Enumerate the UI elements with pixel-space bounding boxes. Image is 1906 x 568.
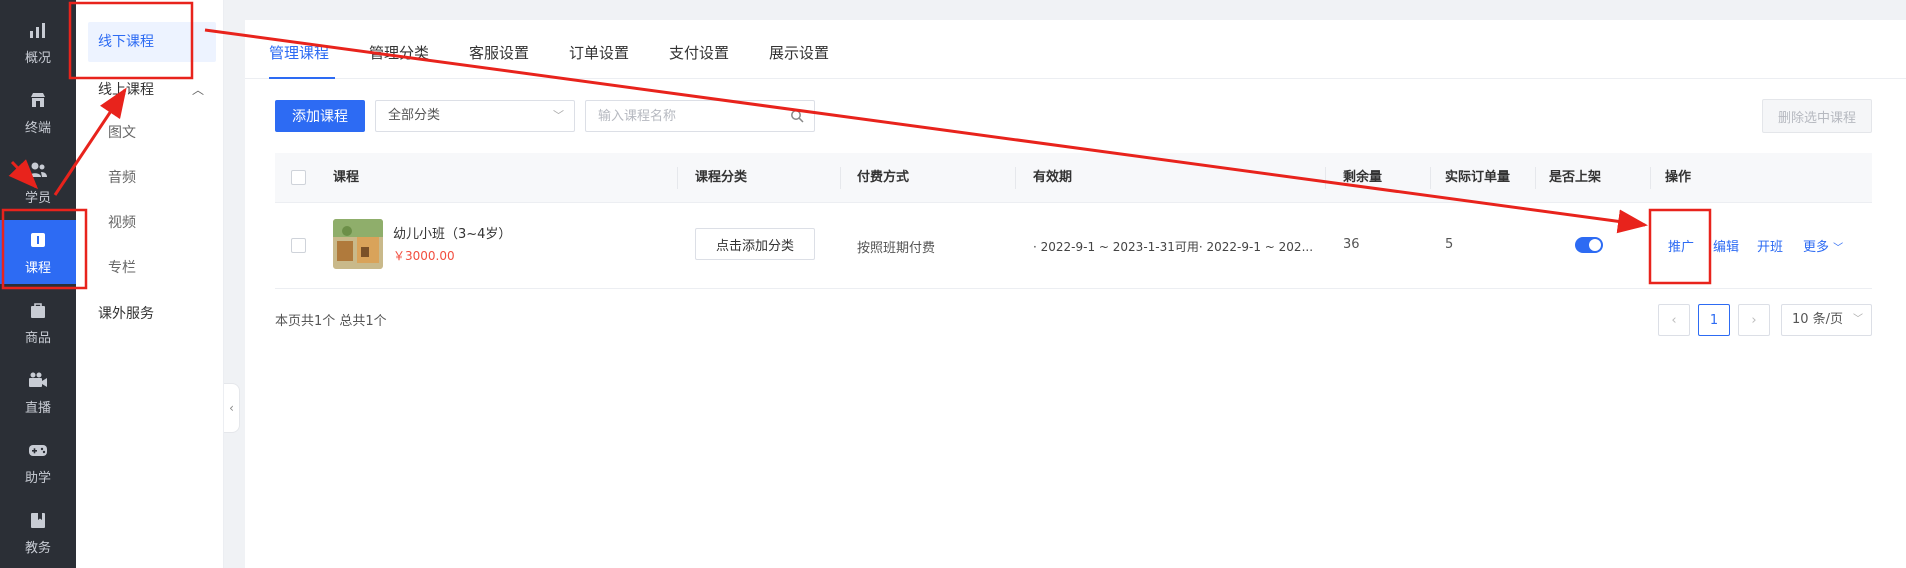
sub-nav: 线下课程 线上课程 ︿ 图文 音频 视频 专栏 课外服务 xyxy=(76,0,224,568)
tab-order-settings[interactable]: 订单设置 xyxy=(569,42,629,63)
nav-item-study[interactable]: 助学 xyxy=(0,430,76,494)
delete-selected-button[interactable]: 删除选中课程 xyxy=(1762,99,1872,133)
more-dropdown[interactable]: 更多 ﹀ xyxy=(1803,236,1843,255)
tab-manage-course[interactable]: 管理课程 xyxy=(269,42,329,63)
subnav-label: 线上课程 xyxy=(98,82,154,98)
add-course-button[interactable]: 添加课程 xyxy=(275,100,365,132)
column-header-actions: 操作 xyxy=(1665,170,1692,185)
column-header-payment: 付费方式 xyxy=(857,170,910,185)
validity-period: · 2022-9-1 ~ 2023-1-31可用· 2022-9-1 ~ 202… xyxy=(1033,240,1314,254)
nav-label: 终端 xyxy=(24,120,51,136)
subnav-item-column[interactable]: 专栏 xyxy=(88,248,216,288)
tab-payment-settings[interactable]: 支付设置 xyxy=(669,42,729,63)
select-all-checkbox[interactable] xyxy=(291,170,306,185)
open-class-link[interactable]: 开班 xyxy=(1757,236,1783,255)
subnav-item-online-course[interactable]: 线上课程 ︿ xyxy=(88,70,216,110)
main-nav: 概况 终端 学员 课程 商品 直播 助学 教务 xyxy=(0,0,76,568)
nav-label: 课程 xyxy=(24,260,51,276)
column-header-listed: 是否上架 xyxy=(1549,170,1602,185)
column-header-category: 课程分类 xyxy=(695,170,748,185)
page-size-select[interactable]: 10 条/页 ﹀ xyxy=(1781,304,1872,336)
nav-item-live[interactable]: 直播 xyxy=(0,360,76,424)
course-search xyxy=(585,100,815,132)
column-header-remaining: 剩余量 xyxy=(1343,170,1383,185)
nav-item-goods[interactable]: 商品 xyxy=(0,290,76,354)
column-divider xyxy=(1325,167,1326,189)
chart-icon xyxy=(27,19,49,41)
column-header-orders: 实际订单量 xyxy=(1445,170,1511,185)
promote-link[interactable]: 推广 xyxy=(1668,236,1694,255)
bookmark-icon xyxy=(27,509,49,531)
nav-label: 概况 xyxy=(24,50,51,66)
column-divider xyxy=(1650,167,1651,189)
tab-manage-category[interactable]: 管理分类 xyxy=(369,42,429,63)
page-size-value: 10 条/页 xyxy=(1792,312,1844,327)
nav-label: 助学 xyxy=(24,470,51,486)
column-header-course: 课程 xyxy=(333,170,360,185)
chevron-down-icon: ﹀ xyxy=(1833,243,1844,254)
book-icon xyxy=(27,229,49,251)
nav-label: 商品 xyxy=(24,330,51,346)
main-panel: 管理课程 管理分类 客服设置 订单设置 支付设置 展示设置 添加课程 全部分类 … xyxy=(245,20,1906,568)
collapse-sidebar-handle[interactable]: ‹ xyxy=(224,383,240,433)
chevron-left-icon: ‹ xyxy=(1671,312,1677,328)
next-page-button[interactable]: › xyxy=(1738,304,1770,336)
nav-label: 教务 xyxy=(24,540,51,556)
nav-item-terminal[interactable]: 终端 xyxy=(0,80,76,144)
prev-page-button[interactable]: ‹ xyxy=(1658,304,1690,336)
column-divider xyxy=(1015,167,1016,189)
course-price: ￥3000.00 xyxy=(393,249,455,263)
payment-method: 按照班期付费 xyxy=(857,241,936,256)
chevron-up-icon: ︿ xyxy=(191,83,204,97)
chevron-down-icon: ﹀ xyxy=(553,109,564,122)
category-select[interactable]: 全部分类 ﹀ xyxy=(375,100,575,132)
chevron-left-icon: ‹ xyxy=(229,401,234,415)
subnav-item-audio[interactable]: 音频 xyxy=(88,158,216,198)
row-checkbox[interactable] xyxy=(291,238,306,253)
column-divider xyxy=(1535,167,1536,189)
chevron-right-icon: › xyxy=(1751,312,1757,328)
nav-label: 学员 xyxy=(24,190,51,206)
store-icon xyxy=(27,89,49,111)
tab-display-settings[interactable]: 展示设置 xyxy=(769,42,829,63)
nav-label: 直播 xyxy=(24,400,51,416)
column-divider xyxy=(1430,167,1431,189)
course-name[interactable]: 幼儿小班（3~4岁） xyxy=(393,223,511,242)
column-divider xyxy=(840,167,841,189)
nav-item-students[interactable]: 学员 xyxy=(0,150,76,214)
bag-icon xyxy=(27,299,49,321)
subnav-item-offline-course[interactable]: 线下课程 xyxy=(88,22,216,62)
pagination-summary: 本页共1个 总共1个 xyxy=(275,314,387,329)
add-category-button[interactable]: 点击添加分类 xyxy=(695,228,815,260)
tab-customer-service[interactable]: 客服设置 xyxy=(469,42,529,63)
subnav-item-article[interactable]: 图文 xyxy=(88,113,216,153)
search-icon[interactable] xyxy=(790,109,804,127)
subnav-item-extra-service[interactable]: 课外服务 xyxy=(88,294,216,334)
nav-item-academic[interactable]: 教务 xyxy=(0,500,76,564)
nav-item-overview[interactable]: 概况 xyxy=(0,10,76,74)
table-header: 课程 课程分类 付费方式 有效期 剩余量 实际订单量 是否上架 操作 xyxy=(275,153,1872,203)
course-thumbnail xyxy=(333,219,383,269)
users-icon xyxy=(27,159,49,181)
table-row: 幼儿小班（3~4岁） ￥3000.00 点击添加分类 按照班期付费 · 2022… xyxy=(275,203,1872,289)
order-count: 5 xyxy=(1445,237,1454,252)
subnav-item-video[interactable]: 视频 xyxy=(88,203,216,243)
listed-toggle[interactable] xyxy=(1575,237,1603,253)
category-select-value: 全部分类 xyxy=(388,108,441,123)
more-label: 更多 xyxy=(1803,240,1830,255)
search-input[interactable] xyxy=(598,101,778,131)
column-divider xyxy=(677,167,678,189)
gamepad-icon xyxy=(27,439,49,461)
active-tab-indicator xyxy=(269,77,335,79)
tab-bar: 管理课程 管理分类 客服设置 订单设置 支付设置 展示设置 xyxy=(245,20,1906,79)
page-number-button[interactable]: 1 xyxy=(1698,304,1730,336)
nav-item-course[interactable]: 课程 xyxy=(0,220,76,284)
camera-icon xyxy=(27,369,49,391)
chevron-down-icon: ﹀ xyxy=(1853,314,1863,325)
remaining-count: 36 xyxy=(1343,237,1360,252)
column-header-validity: 有效期 xyxy=(1033,170,1073,185)
toggle-knob xyxy=(1589,239,1601,251)
edit-link[interactable]: 编辑 xyxy=(1713,236,1739,255)
